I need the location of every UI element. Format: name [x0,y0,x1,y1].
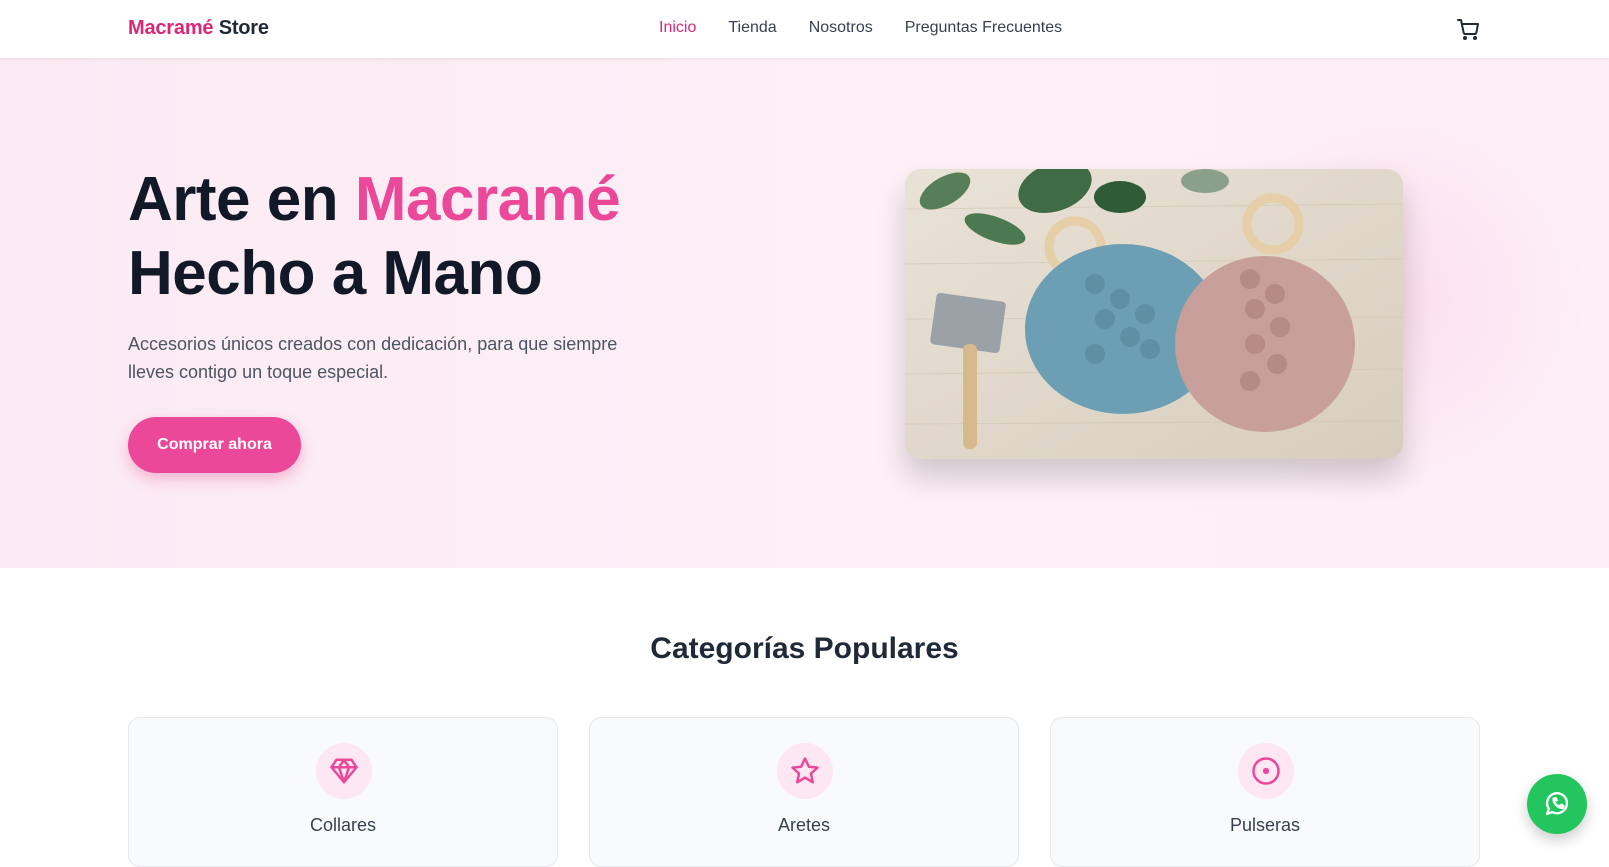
category-label: Aretes [777,815,831,835]
hero-title: Arte en Macramé Hecho a Mano [128,163,621,311]
whatsapp-icon[interactable] [1527,774,1587,834]
hero-subtitle: Accesorios únicos creados con dedicación… [128,334,618,382]
nav-item-faq[interactable]: Preguntas Frecuentes [905,19,1062,37]
category-label: Pulseras [1229,815,1301,835]
circle-dot-icon [1238,743,1294,799]
buy-now-button[interactable]: Comprar ahora [128,417,301,473]
category-label: Collares [309,815,377,835]
gem-icon [316,743,372,799]
top-navbar: Macramé Store Inicio Tienda Nosotros Pre… [0,0,1609,58]
brand-name-primary: Macramé [128,17,214,39]
category-card-aretes[interactable]: Aretes [589,717,1019,867]
hero-title-accent: Macramé [354,165,621,234]
categories-title: Categorías Populares [650,632,959,665]
hero-product-image [905,169,1403,459]
hero-title-line2: Hecho a Mano [128,239,543,308]
brand-logo[interactable]: Macramé Store [128,17,269,40]
category-card-pulseras[interactable]: Pulseras [1050,717,1480,867]
hero-section: Arte en Macramé Hecho a Mano Accesorios … [0,58,1609,568]
star-icon [777,743,833,799]
nav-item-nosotros[interactable]: Nosotros [809,19,873,37]
brand-name-secondary: Store [218,17,269,39]
main-nav: Inicio Tienda Nosotros Preguntas Frecuen… [659,19,1062,37]
category-card-collares[interactable]: Collares [128,717,558,867]
nav-item-inicio[interactable]: Inicio [659,19,696,37]
cart-icon[interactable] [1456,17,1480,41]
hero-title-part1: Arte en [128,165,339,234]
nav-item-tienda[interactable]: Tienda [728,19,776,37]
